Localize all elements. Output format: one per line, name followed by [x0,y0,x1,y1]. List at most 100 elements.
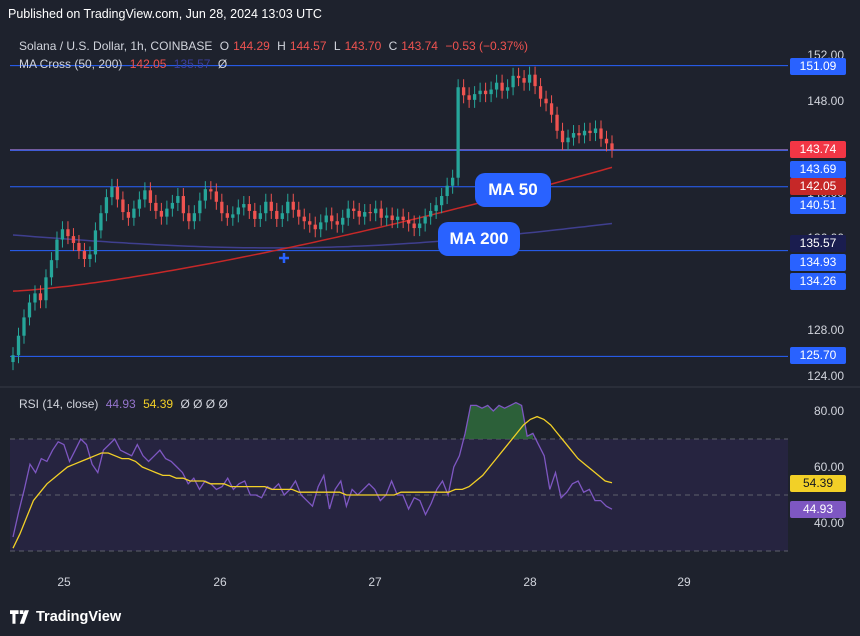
candle-body [286,201,290,214]
symbol-legend[interactable]: Solana / U.S. Dollar, 1h, COINBASE O 144.… [19,39,532,53]
rsi-ma-value: 54.39 [143,397,174,411]
candle-body [472,94,477,100]
ma200-callout: MA 200 [438,222,520,256]
rsi-tick-label: 60.00 [813,460,844,474]
price-tick-label: 148.00 [807,94,844,108]
candle-body [379,208,383,218]
candle-body [99,213,103,231]
candle-body [478,90,482,95]
candle-body [192,213,196,222]
rsi-extra: Ø Ø Ø Ø [180,397,228,411]
candle-body [439,196,444,206]
candle-body [489,89,493,95]
price-tag: 151.09 [790,58,846,75]
candle-body [538,86,543,99]
candle-body [253,210,257,219]
price-tag: 125.70 [790,347,846,364]
price-tag: 143.69 [790,161,846,178]
candle-body [60,229,65,240]
candle-body [88,254,92,260]
candle-body [297,209,301,217]
rsi-tag: 54.39 [790,475,846,492]
candle-body [71,236,76,243]
candle-body [121,199,125,213]
candle-body [291,201,295,210]
candle-body [544,98,548,104]
candle-body [38,293,43,301]
close-value: 143.74 [401,39,438,53]
candle-body [209,189,213,192]
price-tag: 140.51 [790,197,846,214]
price-tag: 143.74 [790,141,846,158]
candle-body [49,260,54,278]
candle-body [357,210,361,217]
candle-body [401,216,405,221]
rsi-label: RSI (14, close) [19,397,99,411]
candle-body [566,137,570,143]
tradingview-logo-icon [10,610,29,624]
candle-body [313,224,317,230]
candle-body [511,75,515,88]
time-tick-label: 29 [677,575,691,589]
candle-body [346,208,350,218]
candle-body [258,213,262,219]
candle-body [560,130,565,143]
high-label: H [277,39,286,53]
candle-body [577,133,581,136]
candle-body [604,138,609,144]
candle-body [445,185,449,197]
rsi-legend[interactable]: RSI (14, close) 44.93 54.39 Ø Ø Ø Ø [19,397,232,411]
price-tag: 134.93 [790,254,846,271]
candle-body [341,217,345,225]
candle-body [66,229,70,237]
candle-body [280,213,284,219]
candle-body [214,191,218,202]
candle-body [610,143,614,150]
candle-body [220,201,224,214]
candle-body [352,208,356,211]
rsi-value: 44.93 [105,397,136,411]
candle-body [500,82,504,91]
candle-body [527,74,532,83]
candle-body [143,190,147,200]
chart-canvas[interactable] [0,0,860,636]
candle-body [483,90,488,95]
candle-body [126,212,131,218]
candle-body [242,204,246,208]
open-value: 144.29 [233,39,270,53]
candle-body [33,293,37,303]
candle-body [429,210,433,217]
candle-body [115,186,120,200]
candle-body [137,199,142,209]
candle-body [203,189,207,201]
candle-body [599,128,603,139]
candle-body [154,202,158,211]
change-value: −0.53 (−0.37%) [445,39,529,53]
candle-body [374,208,378,214]
candle-body [319,222,323,230]
candle-body [396,216,400,221]
price-tick-label: 124.00 [807,368,844,383]
ma50-value: 142.05 [129,57,167,71]
low-value: 143.70 [344,39,382,53]
candle-body [176,196,180,203]
candle-body [368,212,372,214]
ma-extra: Ø [217,57,228,71]
tradingview-brand[interactable]: TradingView [10,609,121,625]
candle-body [264,201,268,214]
price-pane [10,30,788,385]
candle-body [412,223,416,229]
ma-cross-label: MA Cross (50, 200) [19,57,123,71]
high-value: 144.57 [289,39,327,53]
candle-body [132,208,136,218]
rsi-tick-label: 80.00 [813,404,844,418]
candle-body [549,103,554,115]
candle-body [363,212,367,217]
candle-body [582,130,587,136]
candle-body [16,335,21,356]
candle-body [461,87,466,96]
candle-body [225,213,229,218]
ma-cross-legend[interactable]: MA Cross (50, 200) 142.05 135.57 Ø [19,57,231,71]
price-tag: 135.57 [790,235,846,252]
candle-body [269,201,273,211]
